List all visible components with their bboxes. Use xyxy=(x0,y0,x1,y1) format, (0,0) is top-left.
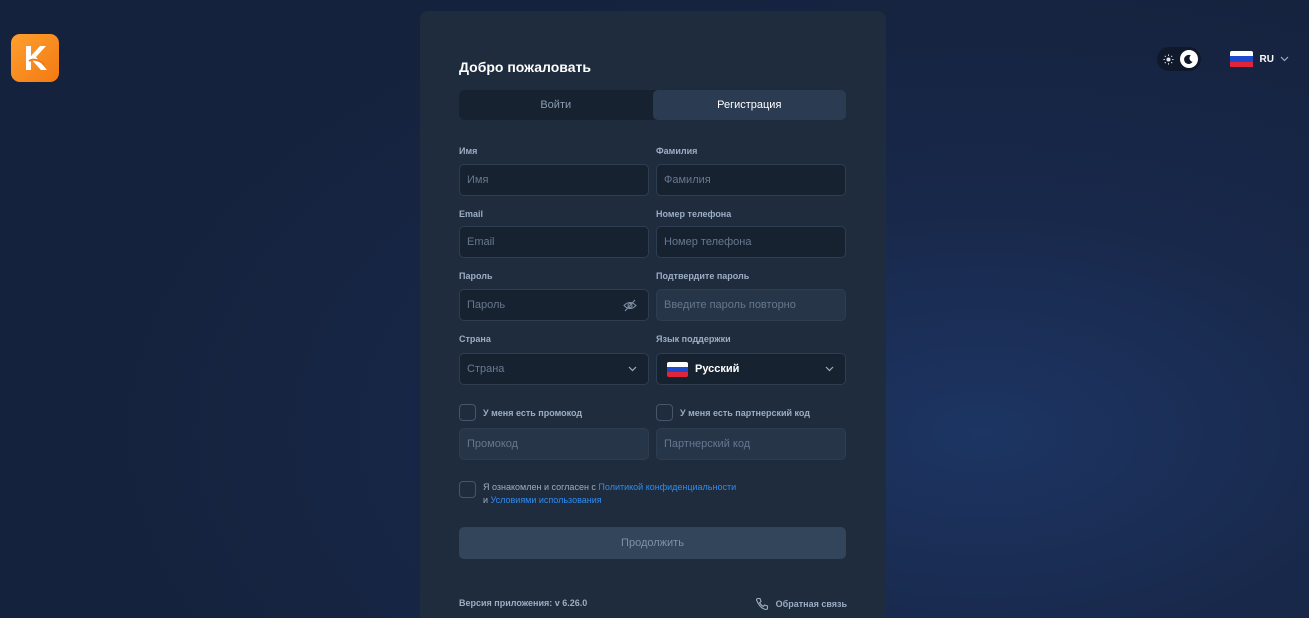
feedback-link[interactable]: Обратная связь xyxy=(755,597,847,611)
terms-of-use-link[interactable]: Условиями использования xyxy=(491,495,602,505)
support-language-value: Русский xyxy=(695,363,740,375)
sun-icon xyxy=(1163,53,1174,65)
phone-label: Номер телефона xyxy=(656,209,732,219)
promo-checkbox-row: У меня есть промокод xyxy=(459,404,582,421)
language-code: RU xyxy=(1259,53,1274,65)
first-name-group: Имя xyxy=(459,146,649,196)
app-version: Версия приложения: v 6.26.0 xyxy=(459,598,588,608)
support-language-select[interactable]: Русский xyxy=(656,353,846,385)
partner-field-group xyxy=(656,428,846,460)
country-placeholder: Страна xyxy=(467,363,505,375)
promo-field-group xyxy=(459,428,649,460)
phone-group: Номер телефона xyxy=(656,209,846,258)
tab-login[interactable]: Войти xyxy=(459,90,653,120)
last-name-field-box xyxy=(656,164,846,196)
partner-input[interactable] xyxy=(664,438,838,450)
password-group: Пароль xyxy=(459,271,649,321)
country-label: Страна xyxy=(459,334,491,344)
last-name-group: Фамилия xyxy=(656,146,846,196)
email-group: Email xyxy=(459,209,649,258)
partner-checkbox-label: У меня есть партнерский код xyxy=(680,407,811,418)
auth-tabs: Войти Регистрация xyxy=(459,90,846,120)
terms-checkbox[interactable] xyxy=(459,481,476,498)
promo-field-box xyxy=(459,428,649,460)
confirm-password-field-box xyxy=(656,289,846,321)
chevron-down-icon xyxy=(1280,56,1289,62)
continue-button[interactable]: Продолжить xyxy=(459,527,846,559)
support-language-group: Язык поддержки Русский xyxy=(656,334,846,385)
partner-field-box xyxy=(656,428,846,460)
tab-register[interactable]: Регистрация xyxy=(652,90,846,120)
terms-prefix: Я ознакомлен и согласен с xyxy=(483,482,599,492)
theme-dark-indicator xyxy=(1179,50,1198,68)
confirm-password-input[interactable] xyxy=(664,299,838,311)
email-field-box xyxy=(459,226,649,258)
phone-icon xyxy=(755,597,768,611)
password-input[interactable] xyxy=(467,299,641,311)
russia-flag-icon xyxy=(1229,50,1253,68)
chevron-down-icon xyxy=(628,366,637,372)
page-title: Добро пожаловать xyxy=(459,59,591,75)
country-group: Страна Страна xyxy=(459,334,649,385)
confirm-password-label: Подтвердите пароль xyxy=(656,271,750,281)
first-name-input[interactable] xyxy=(467,174,641,186)
email-label: Email xyxy=(459,209,484,219)
partner-checkbox[interactable] xyxy=(656,404,673,421)
header-controls: RU xyxy=(1156,47,1289,71)
terms-text: Я ознакомлен и согласен с Политикой конф… xyxy=(483,481,736,507)
privacy-policy-link[interactable]: Политикой конфиденциальности xyxy=(598,482,736,492)
email-input[interactable] xyxy=(467,236,641,248)
last-name-input[interactable] xyxy=(664,174,838,186)
first-name-field-box xyxy=(459,164,649,196)
country-select[interactable]: Страна xyxy=(459,353,649,385)
registration-card: Добро пожаловать Войти Регистрация Имя Ф… xyxy=(420,11,886,618)
first-name-label: Имя xyxy=(459,146,478,156)
confirm-password-group: Подтвердите пароль xyxy=(656,271,846,321)
last-name-label: Фамилия xyxy=(656,146,698,156)
promo-checkbox-label: У меня есть промокод xyxy=(483,407,583,418)
phone-input[interactable] xyxy=(664,236,838,248)
terms-agreement: Я ознакомлен и согласен с Политикой конф… xyxy=(459,481,736,507)
promo-checkbox[interactable] xyxy=(459,404,476,421)
feedback-label: Обратная связь xyxy=(775,599,847,609)
app-logo[interactable] xyxy=(11,34,59,82)
logo-k-icon xyxy=(26,46,47,70)
password-label: Пароль xyxy=(459,271,493,281)
partner-checkbox-row: У меня есть партнерский код xyxy=(656,404,810,421)
language-switcher[interactable]: RU xyxy=(1229,50,1289,68)
chevron-down-icon xyxy=(825,366,834,372)
promo-input[interactable] xyxy=(467,438,641,450)
theme-toggle[interactable] xyxy=(1156,47,1201,71)
phone-field-box xyxy=(656,226,846,258)
eye-off-icon[interactable] xyxy=(623,299,637,312)
russia-flag-icon xyxy=(667,361,688,377)
support-language-label: Язык поддержки xyxy=(656,334,731,344)
password-field-box xyxy=(459,289,649,321)
moon-icon xyxy=(1184,54,1193,64)
terms-conjunction: и xyxy=(483,495,491,505)
